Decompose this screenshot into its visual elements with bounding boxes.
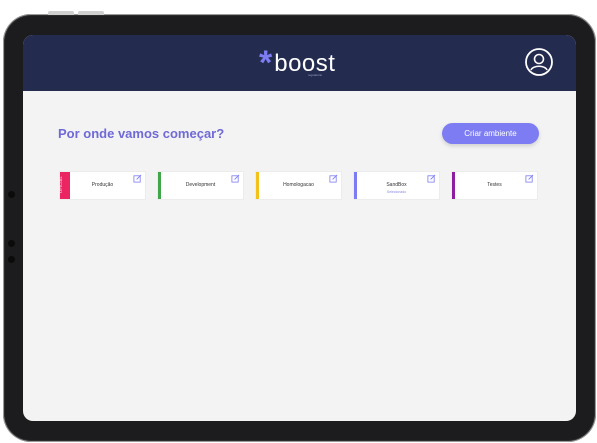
edit-icon[interactable]	[427, 174, 436, 183]
environment-card[interactable]: Homologacao	[255, 171, 342, 200]
environment-status: Selecionado	[386, 190, 407, 194]
edit-icon[interactable]	[525, 174, 534, 183]
logo-subtext: regulatório	[308, 73, 323, 77]
edit-icon[interactable]	[329, 174, 338, 183]
camera-dot	[8, 191, 15, 198]
sensor-dot	[8, 240, 15, 247]
environment-list: OFICIAL Produção Development Homologacao…	[58, 171, 540, 201]
page-title: Por onde vamos começar?	[58, 126, 225, 141]
logo-text: boost	[274, 50, 336, 77]
environment-card[interactable]: SandBox Selecionado	[353, 171, 440, 200]
environment-card[interactable]: Testes	[451, 171, 538, 200]
boost-logo: * boost regulatório	[259, 44, 336, 82]
environment-card[interactable]: Development	[157, 171, 244, 200]
volume-button	[48, 11, 74, 15]
volume-button	[78, 11, 104, 15]
environment-card[interactable]: OFICIAL Produção	[58, 171, 146, 200]
edit-icon[interactable]	[133, 174, 142, 183]
app-header: * boost regulatório	[23, 35, 576, 91]
sensor-dot	[8, 256, 15, 263]
app-screen: * boost regulatório Por onde vamos começ…	[23, 35, 576, 421]
create-environment-button[interactable]: Criar ambiente	[442, 123, 539, 144]
edit-icon[interactable]	[231, 174, 240, 183]
user-circle-icon[interactable]	[524, 47, 554, 77]
asterisk-logo-icon: *	[259, 44, 273, 82]
